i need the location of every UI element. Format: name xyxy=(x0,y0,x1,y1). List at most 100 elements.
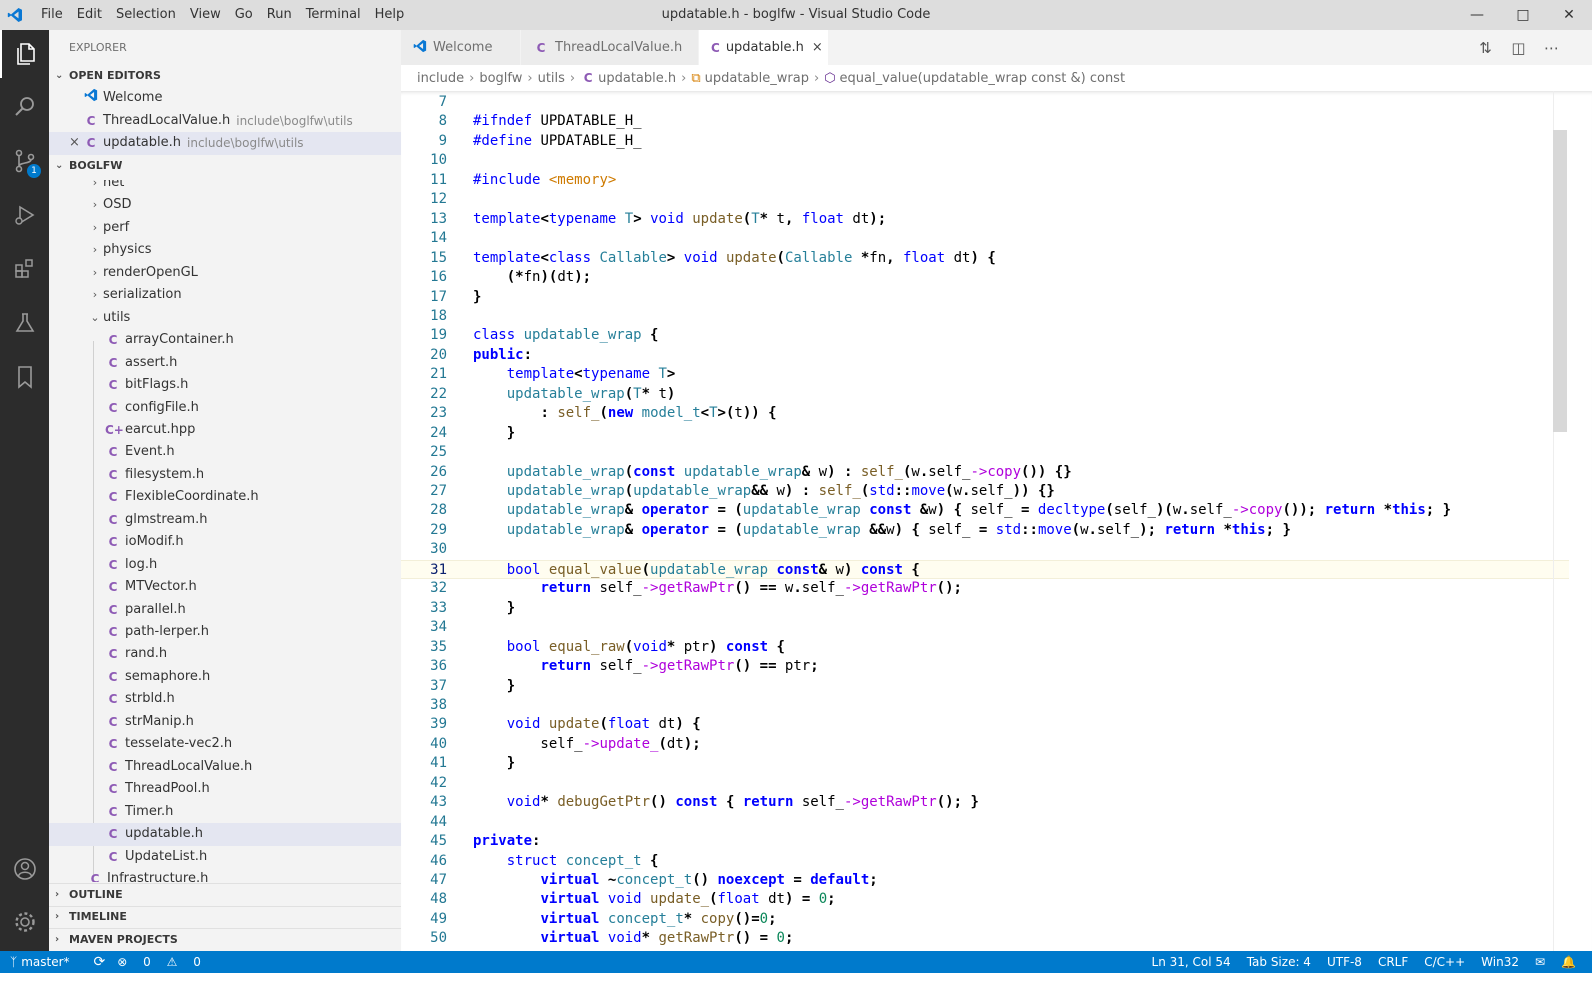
menu-edit[interactable]: Edit xyxy=(70,0,109,30)
run-debug-icon[interactable] xyxy=(0,191,49,239)
tree-file[interactable]: Crand.h xyxy=(49,643,401,666)
section-maven-projects[interactable]: › MAVEN PROJECTS xyxy=(49,928,401,951)
settings-gear-icon[interactable] xyxy=(0,898,49,946)
code-line[interactable]: 27 updatable_wrap(updatable_wrap&& w) : … xyxy=(401,482,1569,501)
menu-selection[interactable]: Selection xyxy=(109,0,183,30)
open-editor-item[interactable]: C ThreadLocalValue.h include\boglfw\utils xyxy=(49,110,401,133)
tree-file[interactable]: Cassert.h xyxy=(49,352,401,375)
code-line[interactable]: 43 void* debugGetPtr() const { return se… xyxy=(401,793,1569,812)
code-line[interactable]: 15 template<class Callable> void update(C… xyxy=(401,249,1569,268)
platform[interactable]: Win32 xyxy=(1481,955,1519,969)
code-line[interactable]: 42 xyxy=(401,774,1569,793)
code-line[interactable]: 17} xyxy=(401,288,1569,307)
code-line[interactable]: 47 virtual ~concept_t() noexcept = defau… xyxy=(401,871,1569,890)
code-line[interactable]: 20 public: xyxy=(401,346,1569,365)
code-line[interactable]: 9 #define UPDATABLE_H_ xyxy=(401,132,1569,151)
menu-help[interactable]: Help xyxy=(368,0,412,30)
tree-file[interactable]: C Timer.h xyxy=(49,801,401,824)
code-line[interactable]: 11 #include <memory> xyxy=(401,171,1569,190)
tree-file[interactable]: Clog.h xyxy=(49,554,401,577)
tree-file[interactable]: Cstrbld.h xyxy=(49,688,401,711)
tab-size[interactable]: Tab Size: 4 xyxy=(1247,955,1311,969)
tree-file[interactable]: C ThreadPool.h xyxy=(49,778,401,801)
search-icon[interactable] xyxy=(0,83,49,131)
breadcrumb-item[interactable]: include xyxy=(417,71,464,86)
tree-file[interactable]: CbitFlags.h xyxy=(49,374,401,397)
code-line[interactable]: 45 private: xyxy=(401,832,1569,851)
code-line[interactable]: 41 } xyxy=(401,754,1569,773)
menu-run[interactable]: Run xyxy=(260,0,299,30)
tab-threadlocalvalue-h[interactable]: C ThreadLocalValue.h xyxy=(521,30,699,65)
code-line[interactable]: 33 } xyxy=(401,599,1569,618)
code-line[interactable]: 14 xyxy=(401,229,1569,248)
encoding[interactable]: UTF-8 xyxy=(1327,955,1362,969)
code-line[interactable]: 10 xyxy=(401,151,1569,170)
code-line[interactable]: 48 virtual void update_(float dt) = 0; xyxy=(401,890,1569,909)
code-line[interactable]: 50 virtual void* getRawPtr() = 0; xyxy=(401,929,1569,948)
tree-file[interactable]: C Event.h xyxy=(49,441,401,464)
tree-file[interactable]: CconfigFile.h xyxy=(49,397,401,420)
breadcrumb-item[interactable]: updatable.h xyxy=(598,71,676,86)
code-line[interactable]: 30 xyxy=(401,540,1569,559)
close-editor-icon[interactable]: × xyxy=(69,132,83,155)
tree-file[interactable]: C MTVector.h xyxy=(49,576,401,599)
testing-icon[interactable] xyxy=(0,299,49,347)
maximize-icon[interactable]: □ xyxy=(1500,0,1546,30)
code-line[interactable]: 21 template<typename T> xyxy=(401,365,1569,384)
tree-folder[interactable]: › serialization xyxy=(49,284,401,307)
breadcrumb-item[interactable]: equal_value(updatable_wrap const &) cons… xyxy=(840,71,1126,86)
tree-file[interactable]: Cupdatable.h xyxy=(49,823,401,846)
menu-file[interactable]: File xyxy=(34,0,70,30)
code-line[interactable]: 23 : self_(new model_t<T>(t)) { xyxy=(401,404,1569,423)
code-line[interactable]: 40 self_->update_(dt); xyxy=(401,735,1569,754)
account-icon[interactable] xyxy=(0,845,49,893)
tree-file[interactable]: C Infrastructure.h xyxy=(49,868,401,882)
tab-close-icon[interactable]: × xyxy=(812,40,823,55)
code-line[interactable]: 35 bool equal_raw(void* ptr) const { xyxy=(401,638,1569,657)
open-changes-icon[interactable]: ⇅ xyxy=(1469,39,1502,57)
code-line[interactable]: 16 (*fn)(dt); xyxy=(401,268,1569,287)
tree-folder[interactable]: › OSD xyxy=(49,194,401,217)
tree-folder[interactable]: › renderOpenGL xyxy=(49,262,401,285)
code-line[interactable]: 12 xyxy=(401,190,1569,209)
code-line[interactable]: 44 xyxy=(401,813,1569,832)
code-line[interactable]: 32 return self_->getRawPtr() == w.self_-… xyxy=(401,579,1569,598)
bookmarks-icon[interactable] xyxy=(0,353,49,401)
tree-file[interactable]: C+ earcut.hpp xyxy=(49,419,401,442)
breadcrumb-item[interactable]: boglfw xyxy=(479,71,522,86)
code-line[interactable]: 36 return self_->getRawPtr() == ptr; xyxy=(401,657,1569,676)
code-line[interactable]: 34 xyxy=(401,618,1569,637)
code-line[interactable]: 29 updatable_wrap& operator = (updatable… xyxy=(401,521,1569,540)
extensions-icon[interactable] xyxy=(0,245,49,293)
minimize-icon[interactable]: — xyxy=(1454,0,1500,30)
tree-file[interactable]: CstrManip.h xyxy=(49,711,401,734)
menu-go[interactable]: Go xyxy=(228,0,260,30)
code-line[interactable]: 28 updatable_wrap& operator = (updatable… xyxy=(401,501,1569,520)
tree-file[interactable]: Cglmstream.h xyxy=(49,509,401,532)
notifications-bell-icon[interactable]: 🔔 xyxy=(1561,955,1576,969)
code-line[interactable]: 8 #ifndef UPDATABLE_H_ xyxy=(401,112,1569,131)
sync-icon[interactable]: ⟳ xyxy=(94,954,106,970)
tree-file[interactable]: CioModif.h xyxy=(49,531,401,554)
tree-file[interactable]: Cfilesystem.h xyxy=(49,464,401,487)
code-line[interactable]: 38 xyxy=(401,696,1569,715)
code-editor[interactable]: 7 8 #ifndef UPDATABLE_H_ 9 #define UPDATABLE… xyxy=(401,91,1592,951)
branch-status[interactable]: ᛉ master* xyxy=(10,955,82,969)
tree-file[interactable]: Csemaphore.h xyxy=(49,666,401,689)
explorer-icon[interactable] xyxy=(0,30,49,78)
source-control-icon[interactable]: 1 xyxy=(0,137,49,185)
more-actions-icon[interactable]: ⋯ xyxy=(1535,39,1568,57)
tree-folder[interactable]: › physics xyxy=(49,239,401,262)
code-line[interactable]: 49 virtual concept_t* copy()=0; xyxy=(401,910,1569,929)
code-line[interactable]: 13 template<typename T> void update(T* t,… xyxy=(401,210,1569,229)
tree-file[interactable]: CarrayContainer.h xyxy=(49,329,401,352)
tree-file[interactable]: C ThreadLocalValue.h xyxy=(49,756,401,779)
tab-welcome[interactable]: Welcome xyxy=(401,30,521,65)
open-editors-header[interactable]: ⌄ OPEN EDITORS xyxy=(49,65,401,87)
code-line[interactable]: 22 updatable_wrap(T* t) xyxy=(401,385,1569,404)
open-editor-item[interactable]: × Cupdatable.h include\boglfw\utils xyxy=(49,132,401,155)
section-outline[interactable]: › OUTLINE xyxy=(49,883,401,906)
close-icon[interactable]: ✕ xyxy=(1546,0,1592,30)
code-line[interactable]: 24 } xyxy=(401,424,1569,443)
section-timeline[interactable]: › TIMELINE xyxy=(49,905,401,929)
